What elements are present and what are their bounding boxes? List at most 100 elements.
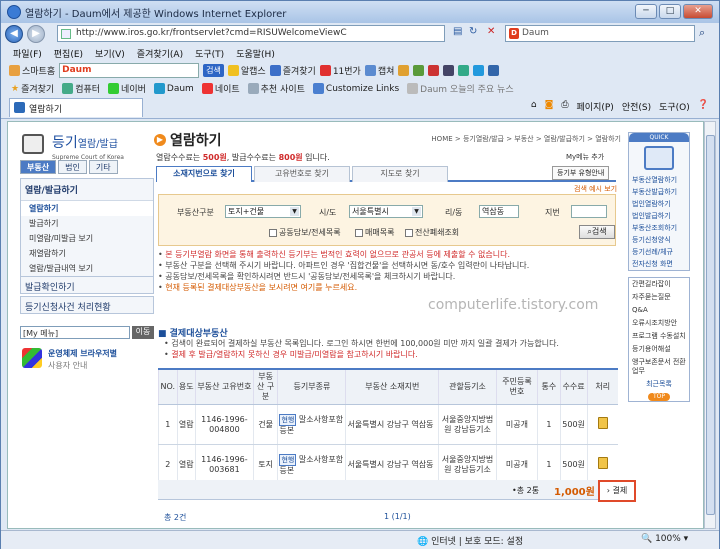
tools-menu[interactable]: 도구(O) — [659, 100, 690, 113]
security-zone[interactable]: 🌐 인터넷 | 보호 모드: 설정 — [417, 534, 523, 547]
search-icon[interactable]: ⌕ — [699, 26, 705, 40]
mymenu-select[interactable]: [My 메뉴] — [20, 326, 130, 339]
quick-item[interactable]: Q&A — [629, 304, 689, 317]
quick-item[interactable]: 부동산발급하기 — [629, 186, 689, 198]
checkbox-joint[interactable]: 공동담보/전세목록 — [269, 227, 341, 238]
trash-icon[interactable] — [597, 417, 608, 429]
refresh-icon[interactable]: ↻ — [469, 26, 477, 37]
menu-favorites[interactable]: 즐겨찾기(A) — [137, 47, 183, 60]
menu-help[interactable]: 도움말(H) — [236, 47, 275, 60]
tab-by-id[interactable]: 고유번호로 찾기 — [254, 166, 350, 182]
type-select[interactable]: 토지+건물 ▼ — [225, 205, 301, 218]
pagination[interactable]: 1 (1/1) — [384, 512, 411, 521]
notice-item[interactable]: • 현재 등록된 결제대상부동산을 보시려면 여기를 누르세요. — [158, 282, 618, 293]
11st-button[interactable]: 11번가 — [319, 64, 361, 77]
menu-file[interactable]: 파일(F) — [13, 47, 42, 60]
top-button[interactable]: TOP — [648, 393, 670, 401]
quick-item[interactable]: 등기신청양식 — [629, 234, 689, 246]
fav-link[interactable]: 추천 사이트 — [247, 82, 305, 95]
fav-link[interactable]: 네이버 — [108, 82, 146, 95]
quick-item[interactable]: 전자신청 화면 — [629, 258, 689, 270]
tab-current[interactable]: 열람하기 — [9, 98, 144, 117]
left-menu-item[interactable]: 열람하기 — [21, 201, 153, 216]
quick-item[interactable]: 법인열람하기 — [629, 198, 689, 210]
tab-corporate[interactable]: 법인 — [58, 160, 87, 174]
checkbox-closed[interactable]: 전산폐쇄조회 — [405, 227, 459, 238]
recent-list[interactable]: 최근목록 — [629, 378, 689, 391]
checkbox-trade[interactable]: 매매목록 — [355, 227, 394, 238]
safety-menu[interactable]: 안전(S) — [622, 100, 651, 113]
print-icon[interactable]: ⎙ — [561, 100, 568, 113]
vertical-scrollbar[interactable] — [704, 121, 716, 529]
left-menu-title[interactable]: 열람/발급하기 — [21, 179, 153, 201]
case-status-link[interactable]: 등기신청사건 처리현황 — [20, 296, 154, 314]
quick-item[interactable]: 법인발급하기 — [629, 210, 689, 222]
feed-icon[interactable]: ◙ — [545, 100, 554, 113]
help-icon[interactable]: ❓ — [698, 100, 709, 113]
menu-edit[interactable]: 편집(E) — [54, 47, 83, 60]
forward-button[interactable]: ▶ — [27, 25, 45, 43]
maximize-button[interactable]: □ — [659, 4, 681, 19]
zoom-level[interactable]: 🔍 100% ▾ — [641, 534, 688, 544]
registry-type-guide-button[interactable]: 등기부 유형안내 — [552, 166, 610, 180]
search-input[interactable]: D Daum — [505, 25, 695, 42]
quick-item[interactable]: 등기용어해설 — [629, 343, 689, 356]
tool-icon[interactable] — [488, 65, 500, 76]
fav-link[interactable]: Customize Links — [312, 83, 399, 94]
quick-item[interactable]: 자주묻는질문 — [629, 291, 689, 304]
tool-icon[interactable] — [413, 65, 425, 76]
dong-input[interactable]: 역삼동 — [479, 205, 519, 218]
capture-button[interactable]: 캡쳐 — [364, 64, 394, 77]
mymenu-go-button[interactable]: 이동 — [132, 326, 154, 339]
menu-view[interactable]: 보기(V) — [95, 47, 125, 60]
quick-item[interactable]: 부동산열람하기 — [629, 174, 689, 186]
smarthome-button[interactable]: 스마트홈 — [9, 64, 55, 77]
daum-search-field[interactable]: Daum — [59, 63, 200, 78]
quick-item[interactable]: 앵구보존문서 전환업무 — [629, 356, 689, 378]
left-menu-item[interactable]: 재열람하기 — [21, 246, 153, 261]
favorites-button[interactable]: ★ 즐겨찾기 — [11, 82, 54, 96]
page-menu[interactable]: 페이지(P) — [577, 100, 614, 113]
fav-link[interactable]: Daum 오늘의 주요 뉴스 — [407, 82, 514, 95]
quick-item[interactable]: 부동산조회하기 — [629, 222, 689, 234]
quick-item[interactable]: 오류시조치방안 — [629, 317, 689, 330]
fav-link[interactable]: Daum — [153, 83, 194, 94]
toolbar-favorites-button[interactable]: 즐겨찾기 — [269, 64, 316, 77]
minimize-button[interactable]: ─ — [635, 4, 657, 19]
daum-search-button[interactable]: 검색 — [203, 64, 224, 77]
trash-icon[interactable] — [597, 457, 608, 469]
tool-icon[interactable] — [458, 65, 470, 76]
tab-realestate[interactable]: 부동산 — [20, 160, 57, 174]
quick-item[interactable]: 등기선례/체규 — [629, 246, 689, 258]
fav-link[interactable]: 네이트 — [201, 82, 240, 95]
left-menu-item[interactable]: 발급하기 — [21, 216, 153, 231]
quick-item[interactable]: 간편길라잡이 — [629, 278, 689, 291]
issue-check-link[interactable]: 발급확인하기 — [20, 276, 154, 294]
search-example-link[interactable]: 검색 예시 보기 — [574, 184, 617, 194]
home-icon[interactable]: ⌂ — [531, 100, 537, 113]
alcaps-button[interactable]: 알캡스 — [227, 64, 266, 77]
url-input[interactable]: http://www.iros.go.kr/frontservlet?cmd=R… — [57, 25, 445, 42]
pay-button[interactable]: › 결제 — [598, 480, 636, 502]
jibun-input[interactable] — [571, 205, 607, 218]
sido-select[interactable]: 서울특별시 ▼ — [349, 205, 423, 218]
scroll-thumb[interactable] — [706, 135, 715, 515]
compat-icon[interactable]: ▤ — [453, 26, 462, 37]
search-button[interactable]: ⌕검색 — [579, 225, 615, 239]
back-button[interactable]: ◀ — [5, 25, 23, 43]
tab-by-address[interactable]: 소재지번으로 찾기 — [156, 166, 252, 182]
close-button[interactable]: ✕ — [683, 4, 713, 19]
tab-by-map[interactable]: 지도로 찾기 — [352, 166, 448, 182]
left-menu-item[interactable]: 미열람/미발급 보기 — [21, 231, 153, 246]
tool-icon[interactable] — [428, 65, 440, 76]
fav-link[interactable]: 컴퓨터 — [62, 82, 100, 95]
tool-icon[interactable] — [443, 65, 455, 76]
tool-icon[interactable] — [398, 65, 410, 76]
tool-icon[interactable] — [473, 65, 485, 76]
quick-item[interactable]: 프로그램 수동설치 — [629, 330, 689, 343]
menu-tools[interactable]: 도구(T) — [195, 47, 224, 60]
tab-other[interactable]: 기타 — [88, 160, 118, 174]
browser-guide-link[interactable]: 운영체제 브라우저별 사용자 안내 — [22, 346, 156, 374]
left-menu-item[interactable]: 열람/발급내역 보기 — [21, 261, 153, 276]
stop-icon[interactable]: ✕ — [487, 26, 495, 37]
